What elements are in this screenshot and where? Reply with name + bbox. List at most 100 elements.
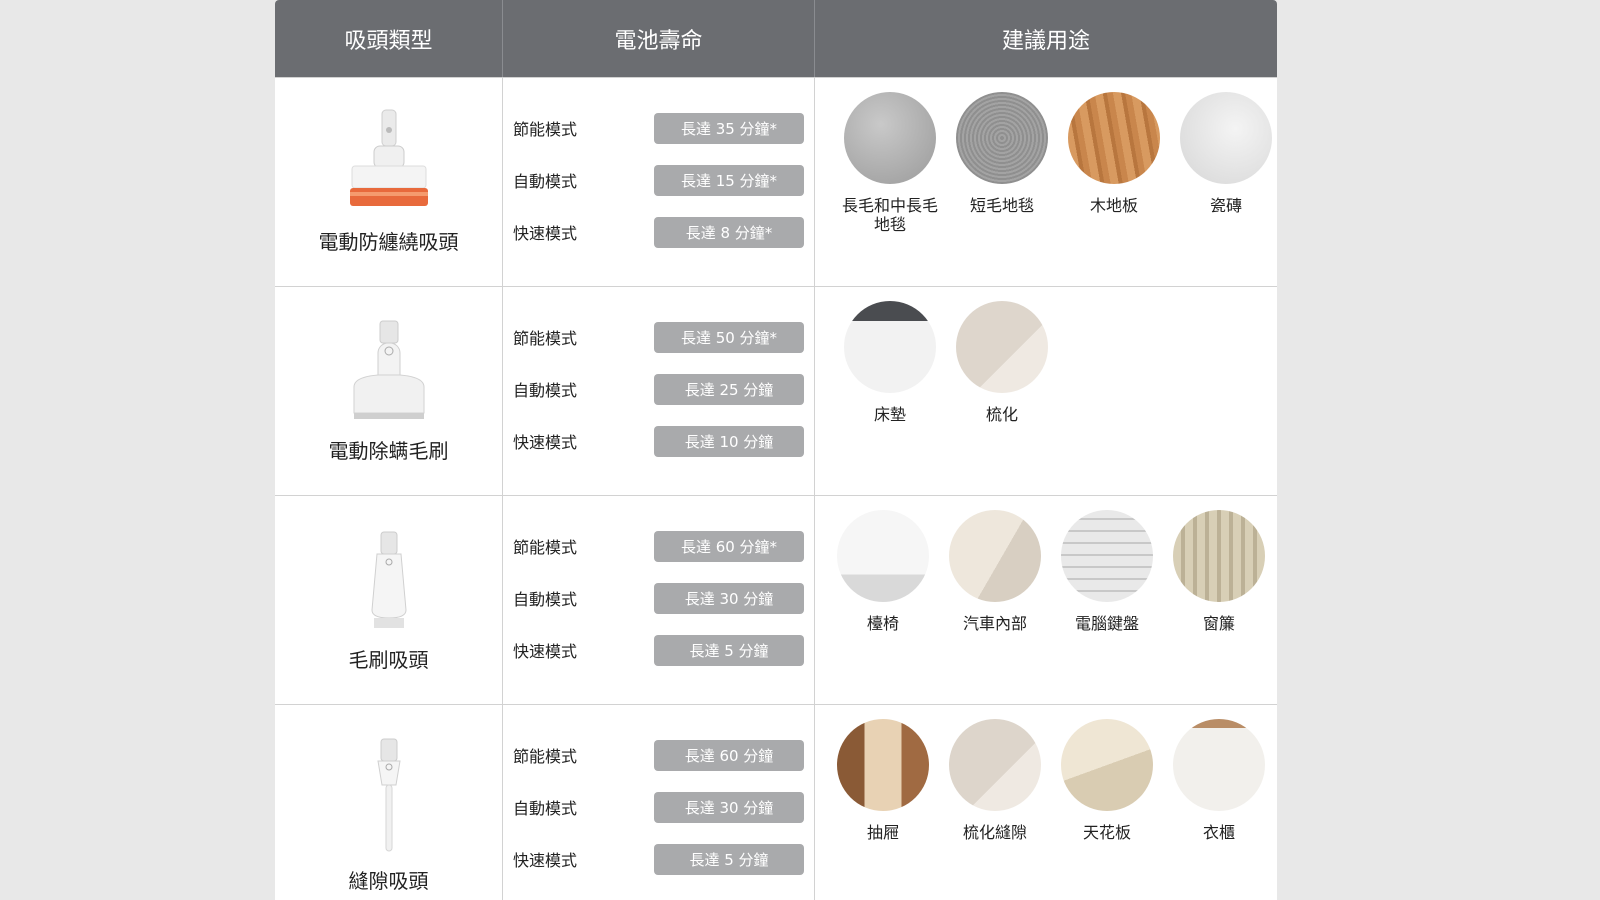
battery-value-badge: 長達 5 分鐘 bbox=[654, 634, 804, 666]
table-row: 電動除螨毛刷 節能模式 長達 50 分鐘* 自動模式 長達 25 分鐘 快速模式… bbox=[275, 286, 1277, 495]
battery-value-badge: 長達 10 分鐘 bbox=[654, 425, 804, 457]
use-item: 抽屜 bbox=[827, 719, 939, 842]
use-label: 窗簾 bbox=[1202, 614, 1235, 633]
table-row: 毛刷吸頭 節能模式 長達 60 分鐘* 自動模式 長達 30 分鐘 快速模式 長… bbox=[275, 495, 1277, 704]
sofa-image bbox=[956, 301, 1048, 393]
use-item: 汽車內部 bbox=[939, 510, 1051, 633]
uses-cell: 抽屜 梳化縫隙 天花板 衣櫃 bbox=[815, 705, 1277, 900]
nozzle-name: 毛刷吸頭 bbox=[348, 648, 429, 672]
nozzle-cell: 電動除螨毛刷 bbox=[275, 287, 503, 495]
use-label: 抽屜 bbox=[866, 823, 899, 842]
use-label: 電腦鍵盤 bbox=[1074, 614, 1139, 633]
mite-brush-head-image bbox=[353, 320, 424, 419]
mode-label: 節能模式 bbox=[513, 538, 578, 557]
use-label: 汽車內部 bbox=[962, 614, 1027, 633]
battery-cell: 節能模式 長達 50 分鐘* 自動模式 長達 25 分鐘 快速模式 長達 10 … bbox=[503, 287, 815, 495]
short-carpet-image bbox=[956, 92, 1048, 184]
header-nozzle-type: 吸頭類型 bbox=[275, 0, 503, 77]
use-label: 木地板 bbox=[1089, 196, 1138, 215]
uses-cell: 長毛和中長毛地毯 短毛地毯 木地板 瓷磚 bbox=[815, 78, 1277, 286]
use-item: 長毛和中長毛地毯 bbox=[834, 92, 946, 234]
battery-value-badge: 長達 50 分鐘* bbox=[654, 321, 804, 353]
battery-value-badge: 長達 30 分鐘 bbox=[654, 582, 804, 614]
mode-row: 節能模式 長達 60 分鐘 bbox=[513, 739, 804, 771]
use-label: 梳化 bbox=[985, 405, 1018, 424]
use-item: 床墊 bbox=[834, 301, 946, 424]
use-label: 床墊 bbox=[873, 405, 906, 424]
mode-label: 快速模式 bbox=[513, 433, 578, 452]
mattress-image bbox=[844, 301, 936, 393]
wardrobe-image bbox=[1173, 719, 1265, 811]
use-item: 梳化縫隙 bbox=[939, 719, 1051, 842]
use-label: 衣櫃 bbox=[1202, 823, 1235, 842]
mode-label: 快速模式 bbox=[513, 851, 578, 870]
ceiling-image bbox=[1061, 719, 1153, 811]
use-item: 短毛地毯 bbox=[946, 92, 1058, 234]
comparison-table: 吸頭類型 電池壽命 建議用途 電動防纏繞吸頭 節能模式 長達 35 分鐘* 自動… bbox=[275, 0, 1277, 900]
table-row: 縫隙吸頭 節能模式 長達 60 分鐘 自動模式 長達 30 分鐘 快速模式 長達… bbox=[275, 704, 1277, 900]
battery-value-badge: 長達 30 分鐘 bbox=[654, 791, 804, 823]
mode-row: 自動模式 長達 30 分鐘 bbox=[513, 582, 804, 614]
wood-floor-image bbox=[1068, 92, 1160, 184]
battery-value-badge: 長達 25 分鐘 bbox=[654, 373, 804, 405]
use-item: 窗簾 bbox=[1163, 510, 1275, 633]
mode-row: 自動模式 長達 15 分鐘* bbox=[513, 164, 804, 196]
car-interior-image bbox=[949, 510, 1041, 602]
mode-label: 快速模式 bbox=[513, 642, 578, 661]
mode-row: 節能模式 長達 35 分鐘* bbox=[513, 112, 804, 144]
mode-label: 節能模式 bbox=[513, 120, 578, 139]
mode-label: 節能模式 bbox=[513, 747, 578, 766]
table-chair-image bbox=[837, 510, 929, 602]
uses-cell: 檯椅 汽車內部 電腦鍵盤 窗簾 bbox=[815, 496, 1277, 704]
dusting-brush-head-image bbox=[370, 531, 407, 628]
tile-image bbox=[1180, 92, 1272, 184]
mode-label: 自動模式 bbox=[513, 590, 578, 609]
mode-label: 自動模式 bbox=[513, 172, 578, 191]
mode-row: 自動模式 長達 30 分鐘 bbox=[513, 791, 804, 823]
mode-row: 快速模式 長達 10 分鐘 bbox=[513, 425, 804, 457]
mode-row: 自動模式 長達 25 分鐘 bbox=[513, 373, 804, 405]
mode-row: 快速模式 長達 8 分鐘* bbox=[513, 216, 804, 248]
use-label: 長毛和中長毛地毯 bbox=[841, 196, 938, 234]
battery-value-badge: 長達 5 分鐘 bbox=[654, 843, 804, 875]
battery-value-badge: 長達 15 分鐘* bbox=[654, 164, 804, 196]
battery-value-badge: 長達 35 分鐘* bbox=[654, 112, 804, 144]
nozzle-name: 縫隙吸頭 bbox=[348, 869, 429, 893]
nozzle-cell: 電動防纏繞吸頭 bbox=[275, 78, 503, 286]
battery-cell: 節能模式 長達 60 分鐘* 自動模式 長達 30 分鐘 快速模式 長達 5 分… bbox=[503, 496, 815, 704]
use-item: 電腦鍵盤 bbox=[1051, 510, 1163, 633]
use-item: 天花板 bbox=[1051, 719, 1163, 842]
header-suggested-use: 建議用途 bbox=[1001, 28, 1090, 54]
nozzle-name: 電動防纏繞吸頭 bbox=[318, 230, 459, 254]
use-item: 瓷磚 bbox=[1170, 92, 1277, 234]
uses-list: 床墊 梳化 bbox=[834, 301, 1058, 424]
uses-cell: 床墊 梳化 bbox=[815, 287, 1277, 495]
table-header: 吸頭類型 電池壽命 建議用途 bbox=[275, 0, 1277, 77]
uses-list: 抽屜 梳化縫隙 天花板 衣櫃 bbox=[827, 719, 1275, 842]
mode-label: 快速模式 bbox=[513, 224, 578, 243]
mode-row: 快速模式 長達 5 分鐘 bbox=[513, 634, 804, 666]
battery-cell: 節能模式 長達 35 分鐘* 自動模式 長達 15 分鐘* 快速模式 長達 8 … bbox=[503, 78, 815, 286]
mode-label: 自動模式 bbox=[513, 381, 578, 400]
battery-cell: 節能模式 長達 60 分鐘 自動模式 長達 30 分鐘 快速模式 長達 5 分鐘 bbox=[503, 705, 815, 900]
use-item: 梳化 bbox=[946, 301, 1058, 424]
use-label: 檯椅 bbox=[866, 614, 899, 633]
mode-row: 節能模式 長達 60 分鐘* bbox=[513, 530, 804, 562]
use-label: 天花板 bbox=[1082, 823, 1131, 842]
table-row: 電動防纏繞吸頭 節能模式 長達 35 分鐘* 自動模式 長達 15 分鐘* 快速… bbox=[275, 77, 1277, 286]
shag-carpet-image bbox=[844, 92, 936, 184]
use-item: 檯椅 bbox=[827, 510, 939, 633]
battery-value-badge: 長達 60 分鐘 bbox=[654, 739, 804, 771]
battery-value-badge: 長達 60 分鐘* bbox=[654, 530, 804, 562]
uses-list: 檯椅 汽車內部 電腦鍵盤 窗簾 bbox=[827, 510, 1275, 633]
mode-label: 自動模式 bbox=[513, 799, 578, 818]
use-label: 瓷磚 bbox=[1209, 196, 1242, 215]
keyboard-image bbox=[1061, 510, 1153, 602]
nozzle-cell: 縫隙吸頭 bbox=[275, 705, 503, 900]
curtain-image bbox=[1173, 510, 1265, 602]
sofa-gap-image bbox=[949, 719, 1041, 811]
header-battery-life: 電池壽命 bbox=[503, 0, 815, 77]
crevice-head-image bbox=[376, 738, 401, 852]
uses-list: 長毛和中長毛地毯 短毛地毯 木地板 瓷磚 bbox=[834, 92, 1277, 234]
mode-row: 快速模式 長達 5 分鐘 bbox=[513, 843, 804, 875]
